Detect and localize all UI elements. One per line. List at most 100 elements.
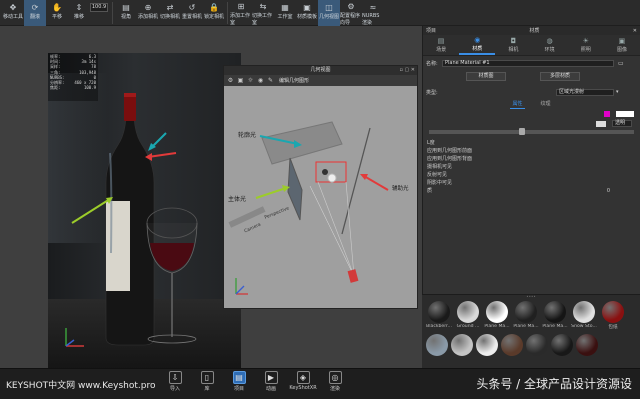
add-studio-icon: ⊞ (237, 2, 245, 11)
property-list: 应用到几何图形前面 应用到几何图形背面 摄相机可见 反射可见 阴影中可见质 0 (423, 147, 640, 195)
window-buttons[interactable]: ▫ ▢ ✕ (400, 66, 415, 75)
tab-camera[interactable]: ◘ 相机 (495, 35, 531, 55)
material-ball[interactable] (476, 334, 498, 356)
list-item[interactable]: 反射可见 (423, 171, 640, 179)
slider-knob[interactable] (519, 128, 526, 135)
perspective-icon: ▤ (122, 2, 130, 12)
tab-environment[interactable]: ◍ 环境 (532, 35, 568, 55)
geometry-view-toolbar: ⚙ ▣ ☼ ◉ ✎ 编辑几何图形 (224, 75, 417, 86)
toolbar-button-lock-camera[interactable]: 🔒 锁定相机 (203, 0, 225, 26)
panel-tabs: ▤ 场景 ◉ 材质 ◘ 相机 ◍ 环境 ☀ 照明 ▣ 图像 (423, 35, 640, 56)
tab-image[interactable]: ▣ 图像 (604, 35, 640, 55)
settings-icon[interactable]: ⚙ (227, 77, 234, 84)
geometry-scene (228, 121, 389, 295)
material-graph-button[interactable]: 材质图 (466, 72, 506, 81)
list-item[interactable]: 应用到几何图形前面 (423, 147, 640, 155)
toolbar-button-material-template[interactable]: ▣ 材质模板 (296, 0, 318, 26)
camera-icon[interactable]: ◉ (257, 77, 264, 84)
material-label: 包纸 (608, 325, 618, 330)
type-label: 类型: (426, 89, 438, 96)
material-ball[interactable] (576, 334, 598, 356)
list-item[interactable]: 摄相机可见 (423, 163, 640, 171)
brand-text: KEYSHOT中文网 www.Keyshot.pro (6, 381, 156, 391)
toolbar-button-studio[interactable]: ▦ 工作室 (274, 0, 296, 26)
render-viewport[interactable]: 帧率: 6.3 时间: 3m 14s 采样: 78 三角: 103,948 NURBS: 0 分辨率… (0, 26, 422, 369)
bottom-button-library[interactable]: ▯ 库 (195, 371, 219, 392)
list-item[interactable]: 应用到几何图形背面 (423, 155, 640, 163)
toolbar-button-tumble[interactable]: ⟳ 翻滚 (24, 0, 46, 26)
color-swatch-white[interactable] (616, 111, 634, 117)
toolbar-button-label: 重置相机 (181, 14, 202, 20)
panel-close-icon[interactable]: ✕ (633, 28, 637, 34)
transparent-field[interactable]: 透明 (612, 120, 632, 127)
tab-scene[interactable]: ▤ 场景 (423, 35, 459, 55)
tab-material[interactable]: ◉ 材质 (459, 35, 496, 55)
bottom-button-animation[interactable]: ▶ 动画 (259, 371, 283, 392)
geometry-view-window[interactable]: 几何视图 ▫ ▢ ✕ ⚙ ▣ ☼ ◉ ✎ 编辑几何图形 轮廓光 主体光 辅助光 … (223, 65, 418, 309)
toolbar-button-move[interactable]: ✥ 移动工具 (2, 0, 24, 26)
switch-studio-icon: ⇆ (259, 2, 267, 11)
material-ball[interactable] (501, 334, 523, 356)
list-item[interactable]: 阴影中可见 (423, 179, 640, 187)
toolbar-button-reset-camera[interactable]: ↺ 重置相机 (181, 0, 203, 26)
quality-value[interactable]: 0 (607, 187, 610, 195)
multi-material-button[interactable]: 多层材质 (540, 72, 580, 81)
bottom-button-keyshotxr[interactable]: ◈ KeyShotXR (289, 371, 317, 392)
bottom-button-import[interactable]: ⇩ 导入 (163, 371, 187, 392)
dolly-icon: ⇕ (75, 2, 83, 12)
material-swatch[interactable]: Ground ... (455, 301, 481, 330)
material-ball[interactable] (451, 334, 473, 356)
geometry-canvas[interactable]: 轮廓光 主体光 辅助光 Perspective Camera (224, 86, 417, 308)
toolbar-button-configurator[interactable]: ⚙ 配置程序向导 (340, 0, 362, 26)
toolbar-button-pan[interactable]: ✋ 平移 (46, 0, 68, 26)
cube-icon[interactable]: ▣ (237, 77, 244, 84)
folder-icon[interactable]: ▭ (618, 60, 624, 67)
material-label: Blackberr... (426, 324, 452, 329)
list-item[interactable]: 质0 (423, 187, 640, 195)
material-swatch[interactable]: 包纸 (600, 301, 626, 330)
color-swatch-magenta[interactable] (604, 111, 610, 117)
subtab-properties[interactable]: 属性 (510, 100, 525, 109)
edit-geometry-label[interactable]: 编辑几何图形 (279, 77, 309, 84)
geometry-view-titlebar[interactable]: 几何视图 ▫ ▢ ✕ (224, 66, 417, 75)
material-swatch[interactable]: Blackberr... (426, 301, 452, 330)
tab-label: 材质 (472, 46, 483, 52)
fill-light-label: 辅助光 (392, 186, 409, 192)
toolbar-button-nurbs[interactable]: ≈ NURBS渲染 (362, 0, 384, 27)
toolbar-button-switch-camera[interactable]: ⇄ 切换相机 (159, 0, 181, 26)
material-ball[interactable] (426, 334, 448, 356)
material-ball[interactable] (551, 334, 573, 356)
toolbar-button-add-camera[interactable]: ⊕ 添加相机 (137, 0, 159, 26)
toolbar-button-label: 推移 (73, 14, 84, 20)
toolbar-button-perspective[interactable]: ▤ 视角 (115, 0, 137, 26)
material-ball[interactable] (526, 334, 548, 356)
bottom-button-label: 渲染 (329, 386, 340, 392)
camera-icon: ◘ (510, 37, 517, 45)
light-icon[interactable]: ☼ (247, 77, 254, 84)
list-header: L度 (423, 139, 640, 147)
bottom-button-render[interactable]: ◎ 渲染 (323, 371, 347, 392)
subtab-texture[interactable]: 纹理 (539, 100, 553, 109)
material-swatch[interactable]: Plane Ma... (513, 301, 539, 330)
tab-lighting[interactable]: ☀ 照明 (568, 35, 604, 55)
toolbar-button-dolly[interactable]: ⇕ 推移 (68, 0, 90, 26)
material-swatch[interactable]: Snow Sto... (571, 301, 597, 330)
toolbar-button-add-studio[interactable]: ⊞ 添加工作室 (230, 0, 252, 26)
material-swatch[interactable]: Plane Ma... (542, 301, 568, 330)
axis-gizmo (65, 328, 84, 347)
edit-geometry-icon[interactable]: ✎ (267, 77, 274, 84)
material-graph-button-label: 材质图 (478, 73, 494, 79)
keyshotxr-icon: ◈ (296, 371, 310, 384)
toolbar-button-geometry-view[interactable]: ◫ 几何视图 (318, 0, 340, 26)
transparency-toggle[interactable] (596, 120, 606, 127)
fov-field[interactable]: 100.9 (90, 3, 108, 12)
tab-label: 照明 (580, 47, 591, 53)
type-select[interactable]: 区域光漫射 (556, 88, 614, 96)
toolbar-button-switch-studio[interactable]: ⇆ 切换工作室 (252, 0, 274, 26)
tab-label: 场景 (436, 47, 447, 53)
intensity-slider[interactable] (429, 128, 634, 135)
material-swatch[interactable]: Plane Ma... (484, 301, 510, 330)
name-input[interactable]: Plane Material #1 (442, 59, 614, 67)
bottom-button-project[interactable]: ▤ 项目 (227, 371, 251, 392)
chevron-down-icon[interactable]: ▾ (616, 89, 619, 95)
